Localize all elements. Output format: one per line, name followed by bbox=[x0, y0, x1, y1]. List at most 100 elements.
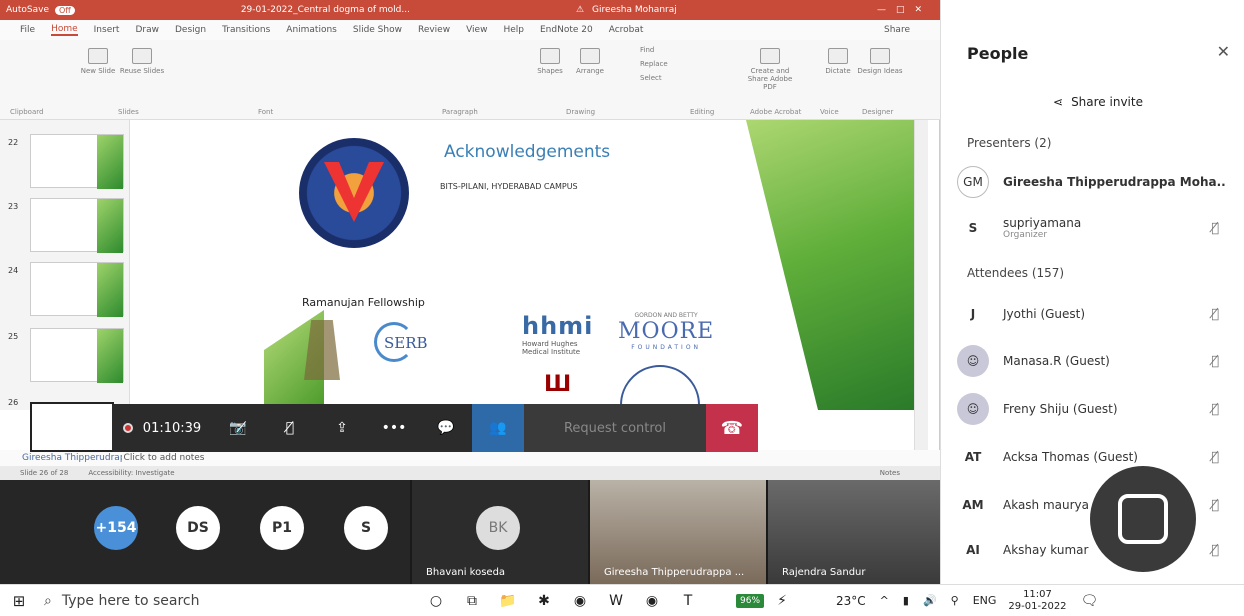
menu-review[interactable]: Review bbox=[418, 25, 450, 35]
ppt-menu: File Home Insert Draw Design Transitions… bbox=[0, 20, 940, 40]
windows-start-icon[interactable]: ⊞ bbox=[0, 592, 38, 610]
menu-insert[interactable]: Insert bbox=[94, 25, 120, 35]
menu-home[interactable]: Home bbox=[51, 24, 78, 36]
chevron-up-icon[interactable]: ^ bbox=[880, 594, 889, 607]
menu-slideshow[interactable]: Slide Show bbox=[353, 25, 402, 35]
share-invite-button[interactable]: ⋖ Share invite bbox=[1053, 95, 1143, 109]
design-ideas-icon bbox=[870, 48, 890, 64]
slide-number: 26 bbox=[8, 398, 19, 407]
mic-off-icon: 🎙̸ bbox=[1211, 401, 1219, 417]
ppt-share-button[interactable]: Share bbox=[884, 25, 910, 35]
more-actions-button[interactable]: ••• bbox=[368, 404, 420, 452]
create-pdf-button[interactable]: Create and Share Adobe PDF bbox=[740, 48, 800, 91]
network-icon[interactable]: ⚲ bbox=[951, 594, 959, 607]
campus-name: BITS-PILANI, HYDERABAD CAMPUS bbox=[440, 182, 578, 191]
participant-row[interactable]: J Jyothi (Guest) 🎙̸ bbox=[957, 294, 1237, 334]
participant-name: Gireesha Thipperudrappa Moha.. bbox=[1003, 175, 1226, 189]
menu-help[interactable]: Help bbox=[503, 25, 524, 35]
app-icon[interactable]: ✱ bbox=[526, 593, 562, 609]
power-icon[interactable]: ⚡ bbox=[764, 593, 800, 609]
hangup-button[interactable]: ☎ bbox=[706, 404, 758, 452]
menu-animations[interactable]: Animations bbox=[286, 25, 337, 35]
arrange-button[interactable]: Arrange bbox=[560, 48, 620, 75]
slide-thumbnail[interactable] bbox=[30, 262, 124, 317]
find-button[interactable]: Find bbox=[640, 46, 700, 54]
participant-tile[interactable]: BK Bhavani koseda bbox=[412, 480, 588, 584]
accessibility-status[interactable]: Accessibility: Investigate bbox=[88, 469, 174, 477]
clock[interactable]: 11:07 29-01-2022 bbox=[1008, 589, 1066, 613]
notes-pane[interactable]: Gireesha Thipperudrappa Mohanraj Click t… bbox=[0, 450, 940, 466]
word-icon[interactable]: W bbox=[598, 593, 634, 609]
fellowship-label: Ramanujan Fellowship bbox=[302, 296, 425, 309]
file-explorer-icon[interactable]: 📁 bbox=[490, 593, 526, 609]
attendees-header[interactable]: Attendees (157) bbox=[967, 266, 1064, 280]
menu-draw[interactable]: Draw bbox=[135, 25, 159, 35]
menu-transitions[interactable]: Transitions bbox=[222, 25, 270, 35]
close-icon[interactable]: ✕ bbox=[1217, 42, 1230, 61]
temperature[interactable]: 23°C bbox=[836, 594, 866, 608]
menu-endnote[interactable]: EndNote 20 bbox=[540, 25, 593, 35]
task-view-icon[interactable]: ⧉ bbox=[454, 593, 490, 609]
participant-row[interactable]: AT Acksa Thomas (Guest) 🎙̸ bbox=[957, 437, 1237, 477]
window-buttons[interactable]: —□✕ bbox=[877, 5, 932, 15]
slide-number: 23 bbox=[8, 202, 19, 211]
menu-view[interactable]: View bbox=[466, 25, 487, 35]
current-slide[interactable]: Acknowledgements BITS-PILANI, HYDERABAD … bbox=[134, 120, 914, 410]
chrome-icon[interactable]: ◉ bbox=[634, 593, 670, 609]
avatar: S bbox=[968, 221, 978, 235]
participant-video[interactable]: Rajendra Sandur bbox=[768, 480, 940, 584]
vertical-scrollbar[interactable] bbox=[914, 120, 928, 450]
menu-acrobat[interactable]: Acrobat bbox=[609, 25, 644, 35]
request-control-button[interactable]: Request control bbox=[524, 404, 706, 452]
shapes-icon bbox=[540, 48, 560, 64]
participant-name: Acksa Thomas (Guest) bbox=[1003, 450, 1138, 464]
participant-row[interactable]: ☺ Freny Shiju (Guest) 🎙̸ bbox=[957, 389, 1237, 429]
autosave-toggle[interactable]: Off bbox=[55, 5, 75, 15]
reuse-slides-button[interactable]: Reuse Slides bbox=[112, 48, 172, 75]
participant-gallery: +154 DS P1 S BK Bhavani koseda Gireesha … bbox=[0, 480, 940, 584]
warning-icon: ⚠ bbox=[575, 5, 585, 15]
cortana-icon[interactable]: ○ bbox=[418, 593, 454, 609]
avatar: J bbox=[970, 307, 976, 321]
notes-placeholder[interactable]: Click to add notes bbox=[121, 453, 207, 463]
participant-row[interactable]: ☺ Manasa.R (Guest) 🎙̸ bbox=[957, 341, 1237, 381]
avatar[interactable]: P1 bbox=[260, 506, 304, 550]
notifications-icon[interactable]: 🗨 bbox=[1081, 593, 1099, 609]
participant-video[interactable]: Gireesha Thipperudrappa ... bbox=[590, 480, 766, 584]
new-slide-icon bbox=[88, 48, 108, 64]
chat-button[interactable]: 💬 bbox=[420, 404, 472, 452]
mute-button[interactable]: 🎙̸ bbox=[264, 404, 316, 452]
slide-thumbnail[interactable] bbox=[30, 134, 124, 189]
chrome-icon[interactable]: ◉ bbox=[562, 593, 598, 609]
menu-file[interactable]: File bbox=[20, 25, 35, 35]
avatar: ☺ bbox=[957, 345, 989, 377]
select-button[interactable]: Select bbox=[640, 74, 700, 82]
replace-button[interactable]: Replace bbox=[640, 60, 700, 68]
battery-icon[interactable]: ▮ bbox=[903, 594, 909, 607]
notes-button[interactable]: Notes bbox=[880, 469, 900, 477]
camera-off-button[interactable]: 📷̸ bbox=[212, 404, 264, 452]
menu-design[interactable]: Design bbox=[175, 25, 206, 35]
slide-thumbnail[interactable] bbox=[30, 198, 124, 253]
scan-button[interactable] bbox=[1090, 466, 1196, 572]
moore-logo: GORDON AND BETTY MOORE FOUNDATION bbox=[618, 312, 715, 351]
overflow-count[interactable]: +154 bbox=[94, 506, 138, 550]
language-indicator[interactable]: ENG bbox=[973, 594, 997, 607]
taskbar-search[interactable]: ⌕ Type here to search bbox=[38, 593, 378, 609]
design-ideas-button[interactable]: Design Ideas bbox=[850, 48, 910, 75]
teams-icon[interactable]: T bbox=[670, 593, 706, 609]
hhmi-logo: hhmi Howard Hughes Medical Institute bbox=[522, 312, 594, 356]
share-icon: ⋖ bbox=[1053, 95, 1064, 109]
participant-row[interactable]: GM Gireesha Thipperudrappa Moha.. bbox=[957, 162, 1237, 202]
group-acrobat: Adobe Acrobat bbox=[750, 108, 802, 116]
avatar[interactable]: DS bbox=[176, 506, 220, 550]
avatar[interactable]: S bbox=[344, 506, 388, 550]
participant-name: Gireesha Thipperudrappa ... bbox=[604, 567, 745, 578]
slide-thumbnail[interactable] bbox=[30, 328, 124, 383]
participant-row[interactable]: S supriyamana Organizer 🎙̸ bbox=[957, 208, 1237, 248]
volume-icon[interactable]: 🔊 bbox=[923, 594, 937, 607]
share-screen-button[interactable]: ⇪ bbox=[316, 404, 368, 452]
battery-indicator[interactable]: 96% bbox=[736, 593, 765, 608]
people-button[interactable]: 👥 bbox=[472, 404, 524, 452]
presenters-header[interactable]: Presenters (2) bbox=[967, 136, 1051, 150]
